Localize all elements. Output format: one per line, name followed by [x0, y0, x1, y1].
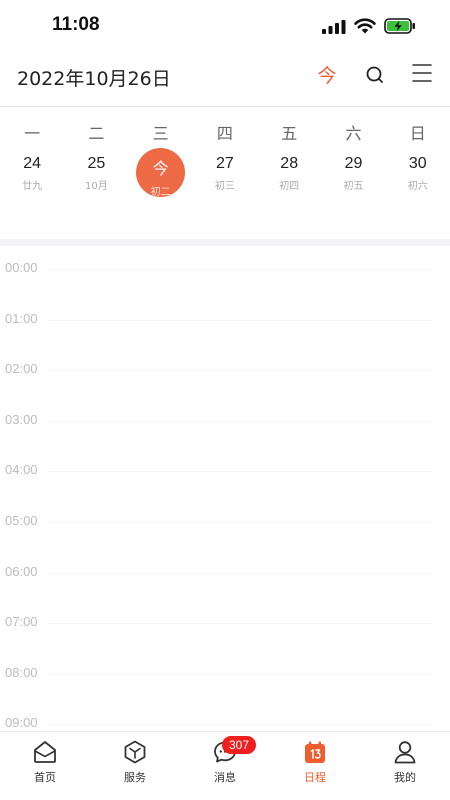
hour-label: 02:00 [5, 361, 38, 377]
date-lunar: 初四 [279, 181, 300, 192]
tab-label: 服务 [124, 771, 146, 784]
hour-gridline [48, 724, 432, 726]
hour-gridline [48, 370, 432, 372]
tab-services[interactable]: 服务 [90, 732, 180, 800]
weekday-label: 一 [24, 124, 41, 143]
hour-slot[interactable]: 02:00 [0, 347, 450, 398]
date-cell[interactable]: 24 廿九 [0, 153, 64, 203]
hour-label: 05:00 [5, 513, 38, 528]
date-day: 25 [87, 155, 106, 172]
date-day: 24 [23, 155, 42, 172]
tab-label: 首页 [34, 771, 56, 784]
hour-slot[interactable]: 04:00 [0, 448, 450, 499]
weekday-label: 五 [281, 124, 298, 143]
date-lunar: 初五 [343, 181, 364, 192]
hour-slot[interactable]: 05:00 [0, 499, 450, 550]
cube-icon [124, 740, 146, 764]
cellular-signal-icon [322, 20, 346, 34]
hour-label: 01:00 [5, 310, 38, 326]
hour-label: 00:00 [5, 260, 38, 275]
tab-label: 日程 [304, 771, 326, 784]
week-strip: 一 二 三 四 五 六 日 24 廿九 25 10月 今 初二 27 初三 28… [0, 107, 450, 237]
hour-label: 03:00 [5, 411, 38, 427]
date-cell[interactable]: 29 初五 [321, 153, 385, 203]
hour-slot[interactable]: 07:00 [0, 600, 450, 651]
hour-gridline [48, 623, 432, 625]
hour-gridline [48, 673, 432, 675]
tab-messages[interactable]: 307 消息 [180, 732, 270, 800]
home-icon [34, 741, 56, 763]
hour-slot[interactable]: 09:00 [0, 701, 450, 732]
date-cell-today[interactable]: 今 初二 [129, 148, 193, 203]
status-bar: 11:08 [0, 0, 450, 52]
date-day: 27 [216, 155, 234, 172]
hour-gridline [48, 471, 432, 473]
bottom-tab-bar: 首页 服务 307 消息 日程 我的 [0, 731, 450, 800]
battery-charging-icon [384, 18, 415, 34]
tab-label: 我的 [394, 771, 416, 784]
search-icon[interactable] [364, 64, 386, 86]
status-time: 11:08 [52, 14, 100, 35]
date-lunar: 初二 [150, 187, 171, 198]
hour-slot[interactable]: 00:00 [0, 246, 450, 297]
hour-gridline [48, 572, 432, 574]
weekday-label: 四 [216, 124, 233, 143]
hour-slot[interactable]: 08:00 [0, 651, 450, 702]
hour-gridline [48, 319, 432, 321]
tab-label: 消息 [214, 771, 236, 784]
date-day: 30 [408, 155, 427, 172]
date-cell[interactable]: 28 初四 [257, 153, 321, 203]
hour-label: 07:00 [5, 614, 38, 630]
calendar-header: 2022年10月26日 今 [0, 52, 450, 107]
date-lunar: 廿九 [22, 181, 43, 192]
date-day: 28 [280, 155, 299, 172]
tab-schedule[interactable]: 日程 [270, 732, 360, 800]
current-date-title[interactable]: 2022年10月26日 [17, 64, 171, 91]
hour-label: 06:00 [5, 563, 38, 579]
unread-messages-badge: 307 [222, 736, 256, 754]
hour-slot[interactable]: 03:00 [0, 398, 450, 449]
date-lunar: 10月 [85, 181, 108, 192]
date-cell[interactable]: 25 10月 [64, 153, 128, 203]
date-day: 29 [344, 155, 363, 172]
hour-gridline [48, 522, 432, 523]
section-divider [0, 239, 450, 246]
date-row: 24 廿九 25 10月 今 初二 27 初三 28 初四 29 初五 30 初… [0, 148, 450, 203]
tab-home[interactable]: 首页 [0, 732, 90, 800]
hour-label: 04:00 [5, 462, 38, 478]
today-button[interactable]: 今 [316, 61, 338, 88]
date-lunar: 初六 [407, 181, 428, 192]
weekday-label: 日 [409, 124, 426, 143]
date-cell[interactable]: 27 初三 [193, 153, 257, 203]
menu-icon[interactable] [411, 62, 433, 84]
user-icon [394, 741, 416, 764]
hour-label: 08:00 [5, 664, 38, 680]
hour-gridline [48, 269, 432, 270]
day-timeline[interactable]: 00:00 01:00 02:00 03:00 04:00 05:00 06:0… [0, 246, 450, 732]
weekday-label: 三 [152, 124, 169, 143]
calendar-icon [305, 741, 325, 763]
weekday-row: 一 二 三 四 五 六 日 [0, 120, 450, 144]
weekday-label: 六 [345, 124, 362, 143]
date-cell[interactable]: 30 初六 [386, 153, 450, 203]
date-lunar: 初三 [214, 181, 235, 192]
hour-slot[interactable]: 06:00 [0, 550, 450, 601]
hour-slot[interactable]: 01:00 [0, 297, 450, 348]
hour-label: 09:00 [5, 715, 38, 731]
hour-gridline [48, 420, 432, 422]
date-day: 今 [152, 161, 169, 178]
tab-me[interactable]: 我的 [360, 732, 450, 800]
wifi-icon [354, 18, 376, 34]
weekday-label: 二 [88, 124, 105, 143]
